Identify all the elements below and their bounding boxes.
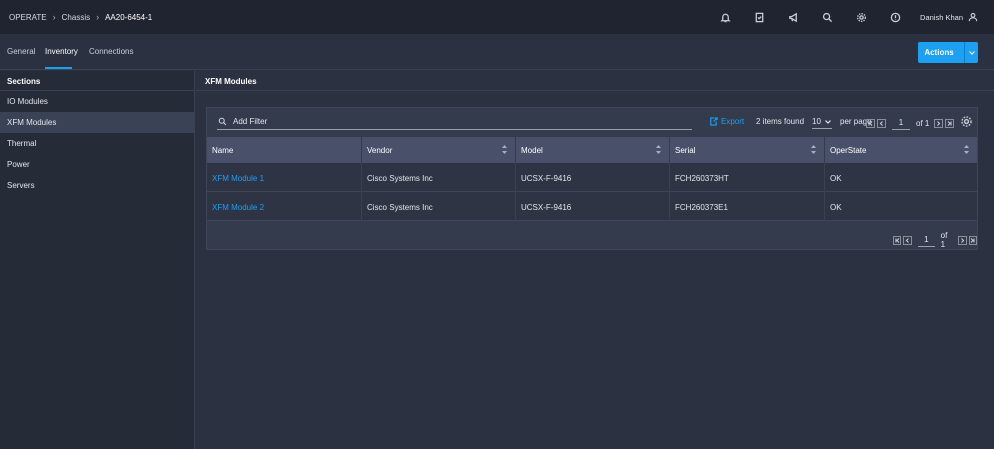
clipboard-icon[interactable] — [742, 0, 776, 34]
sidebar-item-power[interactable]: Power — [0, 154, 194, 175]
sections-heading: Sections — [0, 71, 194, 91]
filter-input[interactable]: Add Filter — [217, 115, 692, 130]
per-page-select[interactable]: 10 — [812, 114, 832, 129]
next-page-icon[interactable] — [934, 118, 944, 128]
last-page-icon[interactable] — [968, 235, 977, 245]
tab-general[interactable]: General — [7, 47, 35, 56]
module-name-link[interactable]: XFM Module 2 — [207, 192, 362, 221]
page-of-label: of 1 — [916, 118, 930, 128]
export-label: Export — [721, 117, 745, 126]
export-button[interactable]: Export — [709, 117, 744, 126]
column-header-operstate[interactable]: OperState — [825, 137, 977, 163]
tab-inventory[interactable]: Inventory — [45, 47, 78, 56]
per-page-control: 10 per page — [812, 114, 872, 129]
column-header-name[interactable]: Name — [207, 137, 362, 163]
header-icons: Danish Khan — [708, 0, 994, 34]
user-icon — [968, 12, 978, 22]
chevron-down-icon — [824, 120, 831, 124]
column-label: OperState — [830, 146, 867, 155]
column-header-vendor[interactable]: Vendor — [362, 137, 516, 163]
sort-icon[interactable] — [502, 145, 507, 154]
first-page-icon[interactable] — [866, 118, 875, 128]
breadcrumb-current: AA20-6454-1 — [105, 12, 153, 22]
column-label: Name — [212, 146, 234, 155]
breadcrumb: OPERATE › Chassis › AA20-6454-1 — [0, 12, 152, 22]
xfm-modules-table-card: Add Filter Export 2 items found 10 per p… — [206, 107, 978, 250]
per-page-value: 10 — [812, 117, 821, 126]
sidebar-item-io-modules[interactable]: IO Modules — [0, 91, 194, 112]
vendor-cell: Cisco Systems Inc — [362, 163, 516, 192]
vendor-cell: Cisco Systems Inc — [362, 192, 516, 221]
serial-cell: FCH260373HT — [670, 163, 825, 192]
operstate-cell: OK — [830, 174, 842, 183]
page-title: XFM Modules — [196, 71, 994, 91]
active-tab-indicator — [45, 67, 72, 69]
export-icon — [710, 117, 718, 126]
megaphone-icon[interactable] — [776, 0, 810, 34]
serial-cell: FCH260373E1 — [670, 192, 825, 221]
last-page-icon[interactable] — [945, 118, 955, 128]
breadcrumb-chassis[interactable]: Chassis — [62, 13, 90, 22]
module-name-link[interactable]: XFM Module 1 — [207, 163, 362, 192]
next-page-icon[interactable] — [958, 235, 967, 245]
filter-placeholder: Add Filter — [233, 117, 268, 126]
sort-icon[interactable] — [811, 145, 816, 154]
top-pager: 1 of 1 — [866, 116, 955, 130]
model-cell: UCSX-F-9416 — [516, 163, 670, 192]
help-icon[interactable] — [878, 0, 912, 34]
sidebar-item-servers[interactable]: Servers — [0, 175, 194, 196]
table-toolbar: Add Filter Export 2 items found 10 per p… — [207, 108, 977, 137]
search-icon — [218, 117, 227, 126]
sections-sidebar: Sections IO Modules XFM Modules Thermal … — [0, 71, 195, 449]
search-icon[interactable] — [810, 0, 844, 34]
user-name: Danish Khan — [920, 12, 963, 22]
sidebar-item-xfm-modules[interactable]: XFM Modules — [0, 112, 194, 133]
table-settings-gear-icon[interactable] — [960, 115, 973, 128]
user-menu[interactable]: Danish Khan — [912, 12, 994, 22]
breadcrumb-operate[interactable]: OPERATE — [9, 13, 47, 22]
page-number-input[interactable]: 1 — [917, 233, 935, 247]
table-header: Name Vendor Model Serial OperState — [207, 137, 977, 163]
sort-icon[interactable] — [656, 145, 661, 154]
items-found: 2 items found — [756, 117, 805, 126]
column-header-model[interactable]: Model — [516, 137, 670, 163]
column-header-serial[interactable]: Serial — [670, 137, 825, 163]
sidebar-item-thermal[interactable]: Thermal — [0, 133, 194, 154]
chevron-right-icon: › — [96, 12, 100, 22]
model-cell: UCSX-F-9416 — [516, 192, 670, 221]
column-label: Vendor — [367, 146, 393, 155]
prev-page-icon[interactable] — [877, 118, 886, 128]
actions-label: Actions — [924, 48, 954, 57]
chevron-right-icon: › — [52, 12, 56, 22]
gear-icon[interactable] — [844, 0, 878, 34]
page-number-input[interactable]: 1 — [892, 116, 910, 130]
column-label: Serial — [675, 146, 696, 155]
column-label: Model — [521, 146, 543, 155]
tab-connections[interactable]: Connections — [89, 47, 133, 56]
prev-page-icon[interactable] — [903, 235, 912, 245]
tab-bar: General Inventory Connections — [0, 34, 994, 70]
actions-button[interactable]: Actions — [918, 42, 978, 63]
bell-icon[interactable] — [708, 0, 742, 34]
bottom-pager: 1 of 1 — [893, 231, 977, 249]
first-page-icon[interactable] — [893, 235, 902, 245]
top-bar: OPERATE › Chassis › AA20-6454-1 Danish K… — [0, 0, 994, 34]
table-row[interactable]: XFM Module 2 Cisco Systems Inc UCSX-F-94… — [207, 192, 977, 221]
page-of-label: of 1 — [940, 231, 948, 249]
chevron-down-icon[interactable] — [964, 42, 978, 63]
operstate-cell: OK — [830, 203, 842, 212]
table-row[interactable]: XFM Module 1 Cisco Systems Inc UCSX-F-94… — [207, 163, 977, 192]
sort-icon[interactable] — [964, 145, 969, 154]
